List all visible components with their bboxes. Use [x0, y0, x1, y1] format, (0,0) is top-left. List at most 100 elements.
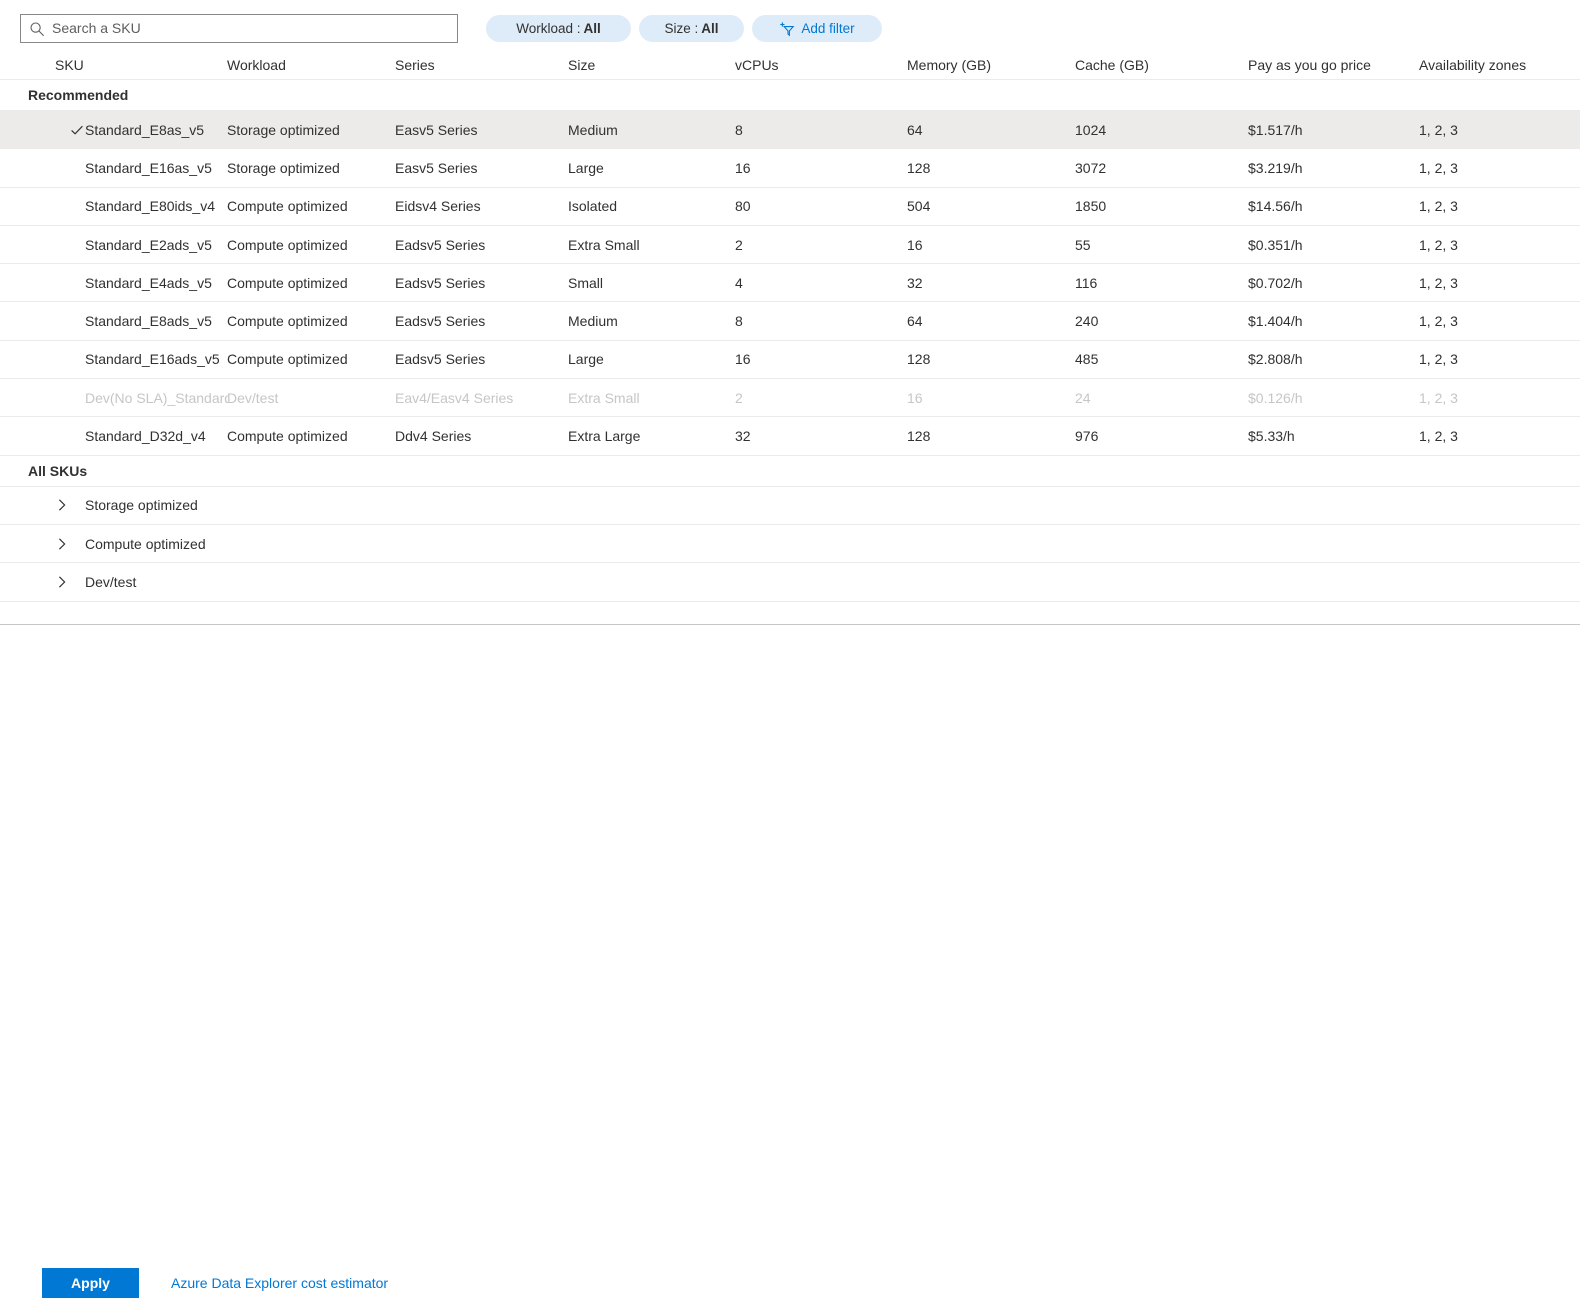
chevron-right-icon [58, 499, 66, 511]
chevron-right-icon [58, 537, 66, 550]
cell-cache: 1024 [1075, 121, 1107, 138]
expandable-group-storage-optimized[interactable]: Storage optimized [0, 487, 1580, 525]
table-row[interactable]: Standard_D32d_v4 Compute optimized Ddv4 … [0, 417, 1580, 456]
cell-memory: 16 [907, 236, 923, 253]
cell-price: $3.219/h [1248, 159, 1303, 176]
cell-sku: Standard_E8as_v5 [85, 121, 205, 138]
expandable-group-label: Compute optimized [85, 535, 206, 552]
cell-zones: 1, 2, 3 [1419, 121, 1458, 138]
cell-size: Extra Large [568, 428, 641, 445]
cell-price: $1.517/h [1248, 121, 1303, 138]
cell-cache: 116 [1075, 274, 1098, 291]
table-row[interactable]: Standard_E80ids_v4 Compute optimized Eid… [0, 188, 1580, 226]
cell-workload: Dev/test [227, 389, 279, 406]
cell-size: Isolated [568, 198, 618, 215]
table-row[interactable]: Standard_E16as_v5 Storage optimized Easv… [0, 149, 1580, 188]
column-header-memory: Memory (GB) [907, 56, 991, 73]
cell-size: Large [568, 351, 604, 368]
cell-vcpus: 2 [735, 389, 743, 406]
add-filter-label: Add filter [801, 21, 855, 36]
sku-table: SKU Workload Series Size vCPUs Memory (G… [0, 50, 1580, 602]
expandable-group-label: Dev/test [85, 573, 137, 590]
cell-series: Eadsv5 Series [395, 236, 486, 253]
cell-zones: 1, 2, 3 [1419, 236, 1458, 253]
expandable-group-dev-test[interactable]: Dev/test [0, 563, 1580, 602]
cell-series: Eadsv5 Series [395, 313, 486, 330]
search-icon [30, 21, 44, 36]
cell-memory: 64 [907, 313, 923, 330]
cell-cache: 1850 [1075, 198, 1107, 215]
cell-price: $14.56/h [1248, 198, 1303, 215]
cell-price: $1.404/h [1248, 313, 1303, 330]
cell-zones: 1, 2, 3 [1419, 159, 1458, 176]
cell-memory: 64 [907, 121, 923, 138]
cell-series: Eadsv5 Series [395, 274, 486, 291]
cell-sku: Dev(No SLA)_Standard_E2a_v4 [85, 389, 228, 406]
cell-cache: 24 [1075, 389, 1091, 406]
filter-pill-workload-value: All [583, 21, 601, 36]
cell-price: $0.126/h [1248, 389, 1303, 406]
cell-memory: 128 [907, 159, 931, 176]
cell-price: $0.702/h [1248, 274, 1303, 291]
column-header-cache: Cache (GB) [1075, 56, 1149, 73]
add-filter-button[interactable]: Add filter [752, 15, 882, 42]
cell-cache: 485 [1075, 351, 1099, 368]
cell-vcpus: 8 [735, 121, 743, 138]
cell-workload: Compute optimized [227, 274, 348, 291]
cell-series: Eidsv4 Series [395, 198, 481, 215]
apply-button[interactable]: Apply [42, 1268, 139, 1298]
cell-series: Eav4/Easv4 Series [395, 389, 514, 406]
add-filter-icon [780, 21, 795, 36]
cell-sku: Standard_E2ads_v5 [85, 236, 212, 253]
cell-series: Ddv4 Series [395, 428, 472, 445]
filter-pill-workload[interactable]: Workload : All [486, 15, 631, 42]
expandable-group-compute-optimized[interactable]: Compute optimized [0, 525, 1580, 564]
cell-sku: Standard_E8ads_v5 [85, 313, 212, 330]
column-header-vcpus: vCPUs [735, 56, 779, 73]
table-row: Dev(No SLA)_Standard_E2a_v4 Dev/test Eav… [0, 379, 1580, 418]
filter-pill-size[interactable]: Size : All [639, 15, 744, 42]
cell-zones: 1, 2, 3 [1419, 428, 1458, 445]
cell-zones: 1, 2, 3 [1419, 313, 1458, 330]
cell-vcpus: 16 [735, 351, 751, 368]
search-input[interactable] [52, 16, 449, 41]
column-header-zones: Availability zones [1419, 56, 1527, 73]
cell-cache: 976 [1075, 428, 1099, 445]
column-header-price: Pay as you go price [1248, 56, 1371, 73]
cell-vcpus: 8 [735, 313, 743, 330]
cell-memory: 504 [907, 198, 931, 215]
group-header-all-skus-label: All SKUs [28, 462, 88, 479]
table-row[interactable]: Standard_E8as_v5 Storage optimized Easv5… [0, 111, 1580, 150]
group-header-recommended-label: Recommended [28, 87, 129, 103]
table-row[interactable]: Standard_E16ads_v5 Compute optimized Ead… [0, 341, 1580, 380]
filter-pill-workload-label: Workload : [516, 21, 581, 36]
cell-zones: 1, 2, 3 [1419, 351, 1458, 368]
cell-workload: Storage optimized [227, 159, 340, 176]
cell-memory: 128 [907, 428, 931, 445]
table-row[interactable]: Standard_E2ads_v5 Compute optimized Eads… [0, 226, 1580, 265]
cell-vcpus: 16 [735, 159, 751, 176]
search-box[interactable] [20, 14, 458, 43]
cell-price: $0.351/h [1248, 236, 1303, 253]
chevron-right-icon [58, 576, 66, 588]
cell-vcpus: 4 [735, 274, 743, 291]
expandable-group-label: Storage optimized [85, 497, 198, 514]
cell-workload: Compute optimized [227, 428, 348, 445]
table-header-row: SKU Workload Series Size vCPUs Memory (G… [0, 50, 1580, 80]
cell-workload: Storage optimized [227, 121, 340, 138]
table-row[interactable]: Standard_E4ads_v5 Compute optimized Eads… [0, 264, 1580, 303]
cell-sku: Standard_E80ids_v4 [85, 198, 215, 215]
cell-workload: Compute optimized [227, 313, 348, 330]
filter-pill-size-value: All [701, 21, 719, 36]
cell-memory: 32 [907, 274, 923, 291]
cell-sku: Standard_E16ads_v5 [85, 351, 220, 368]
cell-size: Medium [568, 313, 618, 330]
cost-estimator-link[interactable]: Azure Data Explorer cost estimator [171, 1268, 388, 1298]
cell-workload: Compute optimized [227, 198, 348, 215]
cell-size: Small [568, 274, 604, 291]
cell-vcpus: 2 [735, 236, 743, 253]
cell-sku: Standard_E4ads_v5 [85, 274, 212, 291]
cell-memory: 128 [907, 351, 931, 368]
footer-bar: Apply Azure Data Explorer cost estimator [0, 625, 1580, 1298]
table-row[interactable]: Standard_E8ads_v5 Compute optimized Eads… [0, 302, 1580, 341]
